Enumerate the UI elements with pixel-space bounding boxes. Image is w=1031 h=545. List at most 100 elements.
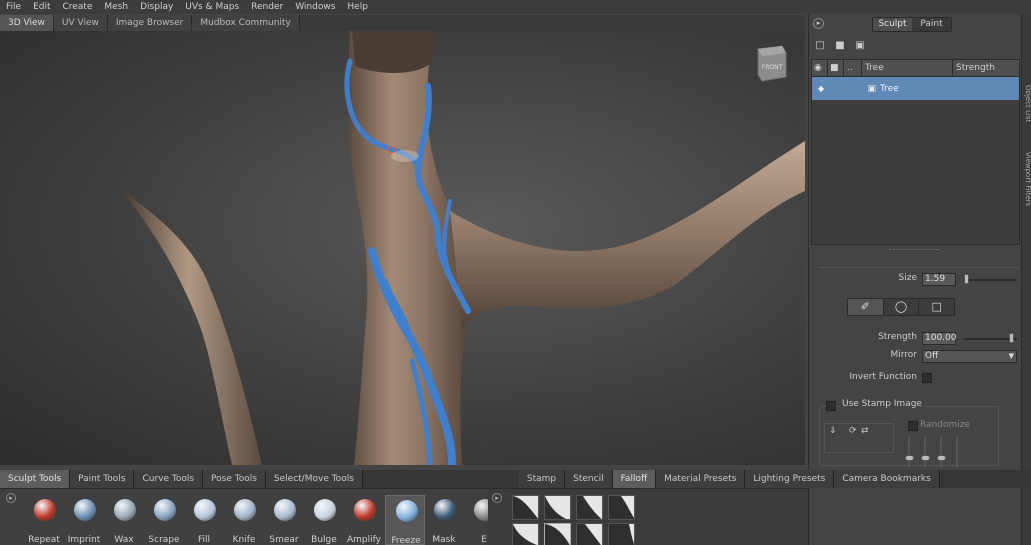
- size-input[interactable]: 1.59: [922, 273, 956, 286]
- mirror-dropdown[interactable]: Off ▼: [922, 350, 1017, 363]
- upper-stub: [352, 31, 434, 73]
- tab-lighting-presets[interactable]: Lighting Presets: [745, 470, 835, 488]
- mirror-label: Mirror: [890, 350, 917, 360]
- tool-smear[interactable]: Smear: [264, 495, 304, 545]
- tab-sculpt-tools[interactable]: Sculpt Tools: [0, 470, 71, 488]
- tab-mudbox-community[interactable]: Mudbox Community: [192, 15, 300, 31]
- falloff-swatch[interactable]: [608, 495, 635, 520]
- visibility-column-icon[interactable]: ◉: [812, 60, 828, 77]
- options-column-icon[interactable]: ..: [844, 60, 862, 77]
- new-layer-icon[interactable]: □: [815, 40, 825, 51]
- menu-help[interactable]: Help: [341, 0, 374, 14]
- mirror-value: Off: [925, 351, 939, 361]
- amplify-icon: [354, 499, 376, 521]
- tree-model: [115, 31, 805, 465]
- sculpt-paint-switch: Sculpt Paint: [872, 17, 952, 32]
- view-cube[interactable]: FRONT: [755, 43, 789, 83]
- arrow-right-icon[interactable]: ▸: [813, 18, 824, 29]
- tool-freeze[interactable]: Freeze: [385, 495, 425, 545]
- tab-stamp[interactable]: Stamp: [518, 470, 566, 488]
- strength-input[interactable]: 100.00: [922, 332, 957, 345]
- stamp-image-group: Use Stamp Image ⇓ ⟳ ⇄ Randomize: [819, 399, 999, 467]
- tab-select-move-tools[interactable]: Select/Move Tools: [265, 470, 363, 488]
- randomize-slider-knob[interactable]: [937, 455, 946, 461]
- bulge-icon: [314, 499, 336, 521]
- rotate-icon[interactable]: ⟳: [849, 426, 857, 436]
- rect-select-icon[interactable]: □: [919, 299, 955, 315]
- strength-slider-knob[interactable]: [1009, 333, 1014, 343]
- tab-falloff[interactable]: Falloff: [612, 470, 657, 488]
- menu-uvs-maps[interactable]: UVs & Maps: [179, 0, 245, 14]
- tab-material-presets[interactable]: Material Presets: [656, 470, 746, 488]
- size-label: Size: [898, 273, 917, 283]
- side-tab-viewport-filters[interactable]: Viewport Filters: [1022, 144, 1031, 214]
- tab-pose-tools[interactable]: Pose Tools: [203, 470, 266, 488]
- use-stamp-image-label: Use Stamp Image: [840, 399, 924, 409]
- scrape-icon: [154, 499, 176, 521]
- falloff-swatch[interactable]: [608, 523, 635, 545]
- imprint-icon: [74, 499, 96, 521]
- tool-wax[interactable]: Wax: [104, 495, 144, 545]
- randomize-checkbox[interactable]: [908, 421, 918, 431]
- tray-expand-icon[interactable]: ▸: [6, 493, 16, 503]
- use-stamp-image-checkbox[interactable]: [826, 401, 836, 411]
- lock-column-icon[interactable]: ■: [828, 60, 844, 77]
- flip-icon[interactable]: ⇄: [861, 426, 869, 436]
- layer-name-label: Tree: [880, 83, 899, 94]
- panel-resize-grip[interactable]: [889, 249, 939, 252]
- menu-file[interactable]: File: [0, 0, 27, 14]
- falloff-swatch[interactable]: [512, 523, 539, 545]
- tab-paint-tools[interactable]: Paint Tools: [70, 470, 135, 488]
- tool-mask[interactable]: Mask: [424, 495, 464, 545]
- layer-row-tree[interactable]: ◆ ▣ Tree: [812, 77, 1019, 100]
- viewcube-label: FRONT: [762, 64, 783, 71]
- stamp-image-well[interactable]: ⇓ ⟳ ⇄: [824, 423, 894, 453]
- tool-fill[interactable]: Fill: [184, 495, 224, 545]
- randomize-slider-knob[interactable]: [905, 455, 914, 461]
- brush-icon[interactable]: ✐: [848, 299, 884, 315]
- merge-layer-icon[interactable]: ▣: [855, 40, 865, 51]
- lasso-icon[interactable]: ◯: [883, 299, 920, 315]
- randomize-slider-knob[interactable]: [921, 455, 930, 461]
- tab-uv-view[interactable]: UV View: [53, 15, 108, 31]
- tab-stencil[interactable]: Stencil: [565, 470, 613, 488]
- side-tab-object-list[interactable]: Object List: [1022, 74, 1031, 134]
- size-slider[interactable]: [964, 279, 1017, 281]
- tray-expand-icon[interactable]: ▸: [492, 493, 502, 503]
- repeat-icon: [34, 499, 56, 521]
- tab-curve-tools[interactable]: Curve Tools: [134, 470, 204, 488]
- sculpt-mode-button[interactable]: Sculpt: [873, 18, 912, 31]
- 3d-viewport[interactable]: FRONT: [0, 31, 805, 465]
- layer-name-column[interactable]: Tree: [862, 60, 953, 77]
- menu-create[interactable]: Create: [57, 0, 99, 14]
- falloff-swatch[interactable]: [544, 495, 571, 520]
- tool-scrape[interactable]: Scrape: [144, 495, 184, 545]
- falloff-swatch[interactable]: [576, 495, 603, 520]
- falloff-swatch-selected[interactable]: [544, 523, 571, 545]
- size-slider-knob[interactable]: [964, 274, 969, 284]
- layer-table: ◉ ■ .. Tree Strength ◆ ▣ Tree: [811, 59, 1020, 245]
- tool-imprint[interactable]: Imprint: [64, 495, 104, 545]
- tool-knife[interactable]: Knife: [224, 495, 264, 545]
- tab-3d-view[interactable]: 3D View: [0, 15, 54, 31]
- tab-image-browser[interactable]: Image Browser: [107, 15, 193, 31]
- menu-edit[interactable]: Edit: [27, 0, 56, 14]
- falloff-swatch[interactable]: [576, 523, 603, 545]
- paint-mode-button[interactable]: Paint: [912, 18, 951, 31]
- tool-repeat[interactable]: Repeat: [24, 495, 64, 545]
- smear-icon: [274, 499, 296, 521]
- tab-camera-bookmarks[interactable]: Camera Bookmarks: [834, 470, 940, 488]
- tool-label: Wax: [114, 535, 134, 545]
- menu-display[interactable]: Display: [134, 0, 179, 14]
- falloff-swatch[interactable]: [512, 495, 539, 520]
- delete-layer-icon[interactable]: ■: [835, 40, 845, 51]
- menu-windows[interactable]: Windows: [289, 0, 341, 14]
- menu-render[interactable]: Render: [245, 0, 289, 14]
- strength-column[interactable]: Strength: [953, 60, 1019, 77]
- tool-bulge[interactable]: Bulge: [304, 495, 344, 545]
- tool-amplify[interactable]: Amplify: [344, 495, 384, 545]
- layers-panel: ▸ Sculpt Paint □ ■ ▣ ◉ ■ .. Tree Strengt…: [808, 14, 1021, 545]
- menu-mesh[interactable]: Mesh: [98, 0, 134, 14]
- invert-function-checkbox[interactable]: [922, 373, 932, 383]
- mesh-cube-icon: ▣: [867, 83, 876, 94]
